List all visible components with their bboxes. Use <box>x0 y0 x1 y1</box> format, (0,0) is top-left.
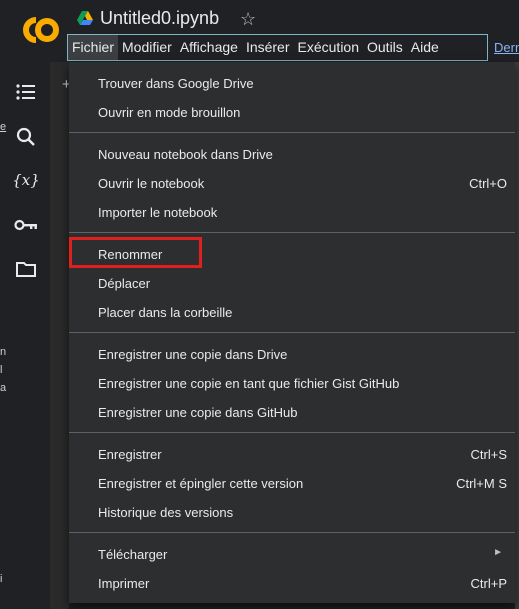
variables-button[interactable]: {x} <box>12 166 40 194</box>
secrets-button[interactable] <box>12 211 40 239</box>
menu-fichier[interactable]: Fichier <box>68 35 119 60</box>
menu-item-save-copy-github[interactable]: Enregistrer une copie dans GitHub <box>69 399 515 427</box>
toc-button[interactable] <box>12 78 40 106</box>
left-sidebar: {x} <box>0 62 50 609</box>
menu-item-print[interactable]: Imprimer Ctrl+P <box>69 570 515 598</box>
file-menu-dropdown: Trouver dans Google Drive Ouvrir en mode… <box>69 62 515 603</box>
menu-separator <box>69 532 515 533</box>
menu-modifier[interactable]: Modifier <box>118 35 176 60</box>
menu-item-download[interactable]: Télécharger ► <box>69 541 515 569</box>
colab-logo[interactable] <box>18 12 62 48</box>
menu-separator <box>69 232 515 233</box>
menu-separator <box>69 132 515 133</box>
menu-item-save-copy-drive[interactable]: Enregistrer une copie dans Drive <box>69 341 515 369</box>
edge-fragment-n: n <box>0 346 7 358</box>
menu-aide[interactable]: Aide <box>407 35 443 60</box>
right-edge <box>515 62 519 609</box>
edge-fragment-e: e <box>0 121 7 133</box>
folder-icon <box>16 262 36 277</box>
menu-item-save-copy-gist[interactable]: Enregistrer une copie en tant que fichie… <box>69 370 515 398</box>
edge-fragment-l: l <box>0 364 3 376</box>
edge-fragment-a: a <box>0 382 7 394</box>
edge-fragment-i: i <box>0 573 3 585</box>
menu-item-save[interactable]: Enregistrer Ctrl+S <box>69 441 515 469</box>
menu-separator <box>69 432 515 433</box>
menu-item-save-pin-version[interactable]: Enregistrer et épingler cette version Ct… <box>69 470 515 498</box>
rename-highlight-box <box>69 237 202 268</box>
menu-item-find-in-drive[interactable]: Trouver dans Google Drive <box>69 70 515 98</box>
menu-item-open-notebook[interactable]: Ouvrir le notebook Ctrl+O <box>69 170 515 198</box>
list-icon <box>16 84 35 100</box>
search-button[interactable] <box>12 123 40 151</box>
menu-item-trash[interactable]: Placer dans la corbeille <box>69 299 515 327</box>
menu-item-import-notebook[interactable]: Importer le notebook <box>69 199 515 227</box>
submenu-arrow-icon: ► <box>493 547 503 558</box>
menu-item-move[interactable]: Déplacer <box>69 270 515 298</box>
star-icon[interactable]: ☆ <box>240 8 256 30</box>
menubar: Fichier Modifier Affichage Insérer Exécu… <box>67 34 488 61</box>
menu-item-open-playground[interactable]: Ouvrir en mode brouillon <box>69 99 515 127</box>
files-button[interactable] <box>12 255 40 283</box>
key-icon <box>14 219 37 231</box>
variables-icon: {x} <box>12 171 40 189</box>
menu-separator <box>69 332 515 333</box>
google-drive-icon[interactable] <box>77 11 93 25</box>
search-icon <box>16 127 35 146</box>
menu-outils[interactable]: Outils <box>363 35 407 60</box>
last-edit-link[interactable]: Dern <box>494 40 519 55</box>
notebook-area-edge <box>50 62 69 609</box>
menu-execution[interactable]: Exécution <box>294 35 363 60</box>
menu-item-version-history[interactable]: Historique des versions <box>69 499 515 527</box>
notebook-title[interactable]: Untitled0.ipynb <box>100 8 219 29</box>
menu-inserer[interactable]: Insérer <box>242 35 294 60</box>
menu-affichage[interactable]: Affichage <box>176 35 242 60</box>
menu-item-new-notebook[interactable]: Nouveau notebook dans Drive <box>69 141 515 169</box>
